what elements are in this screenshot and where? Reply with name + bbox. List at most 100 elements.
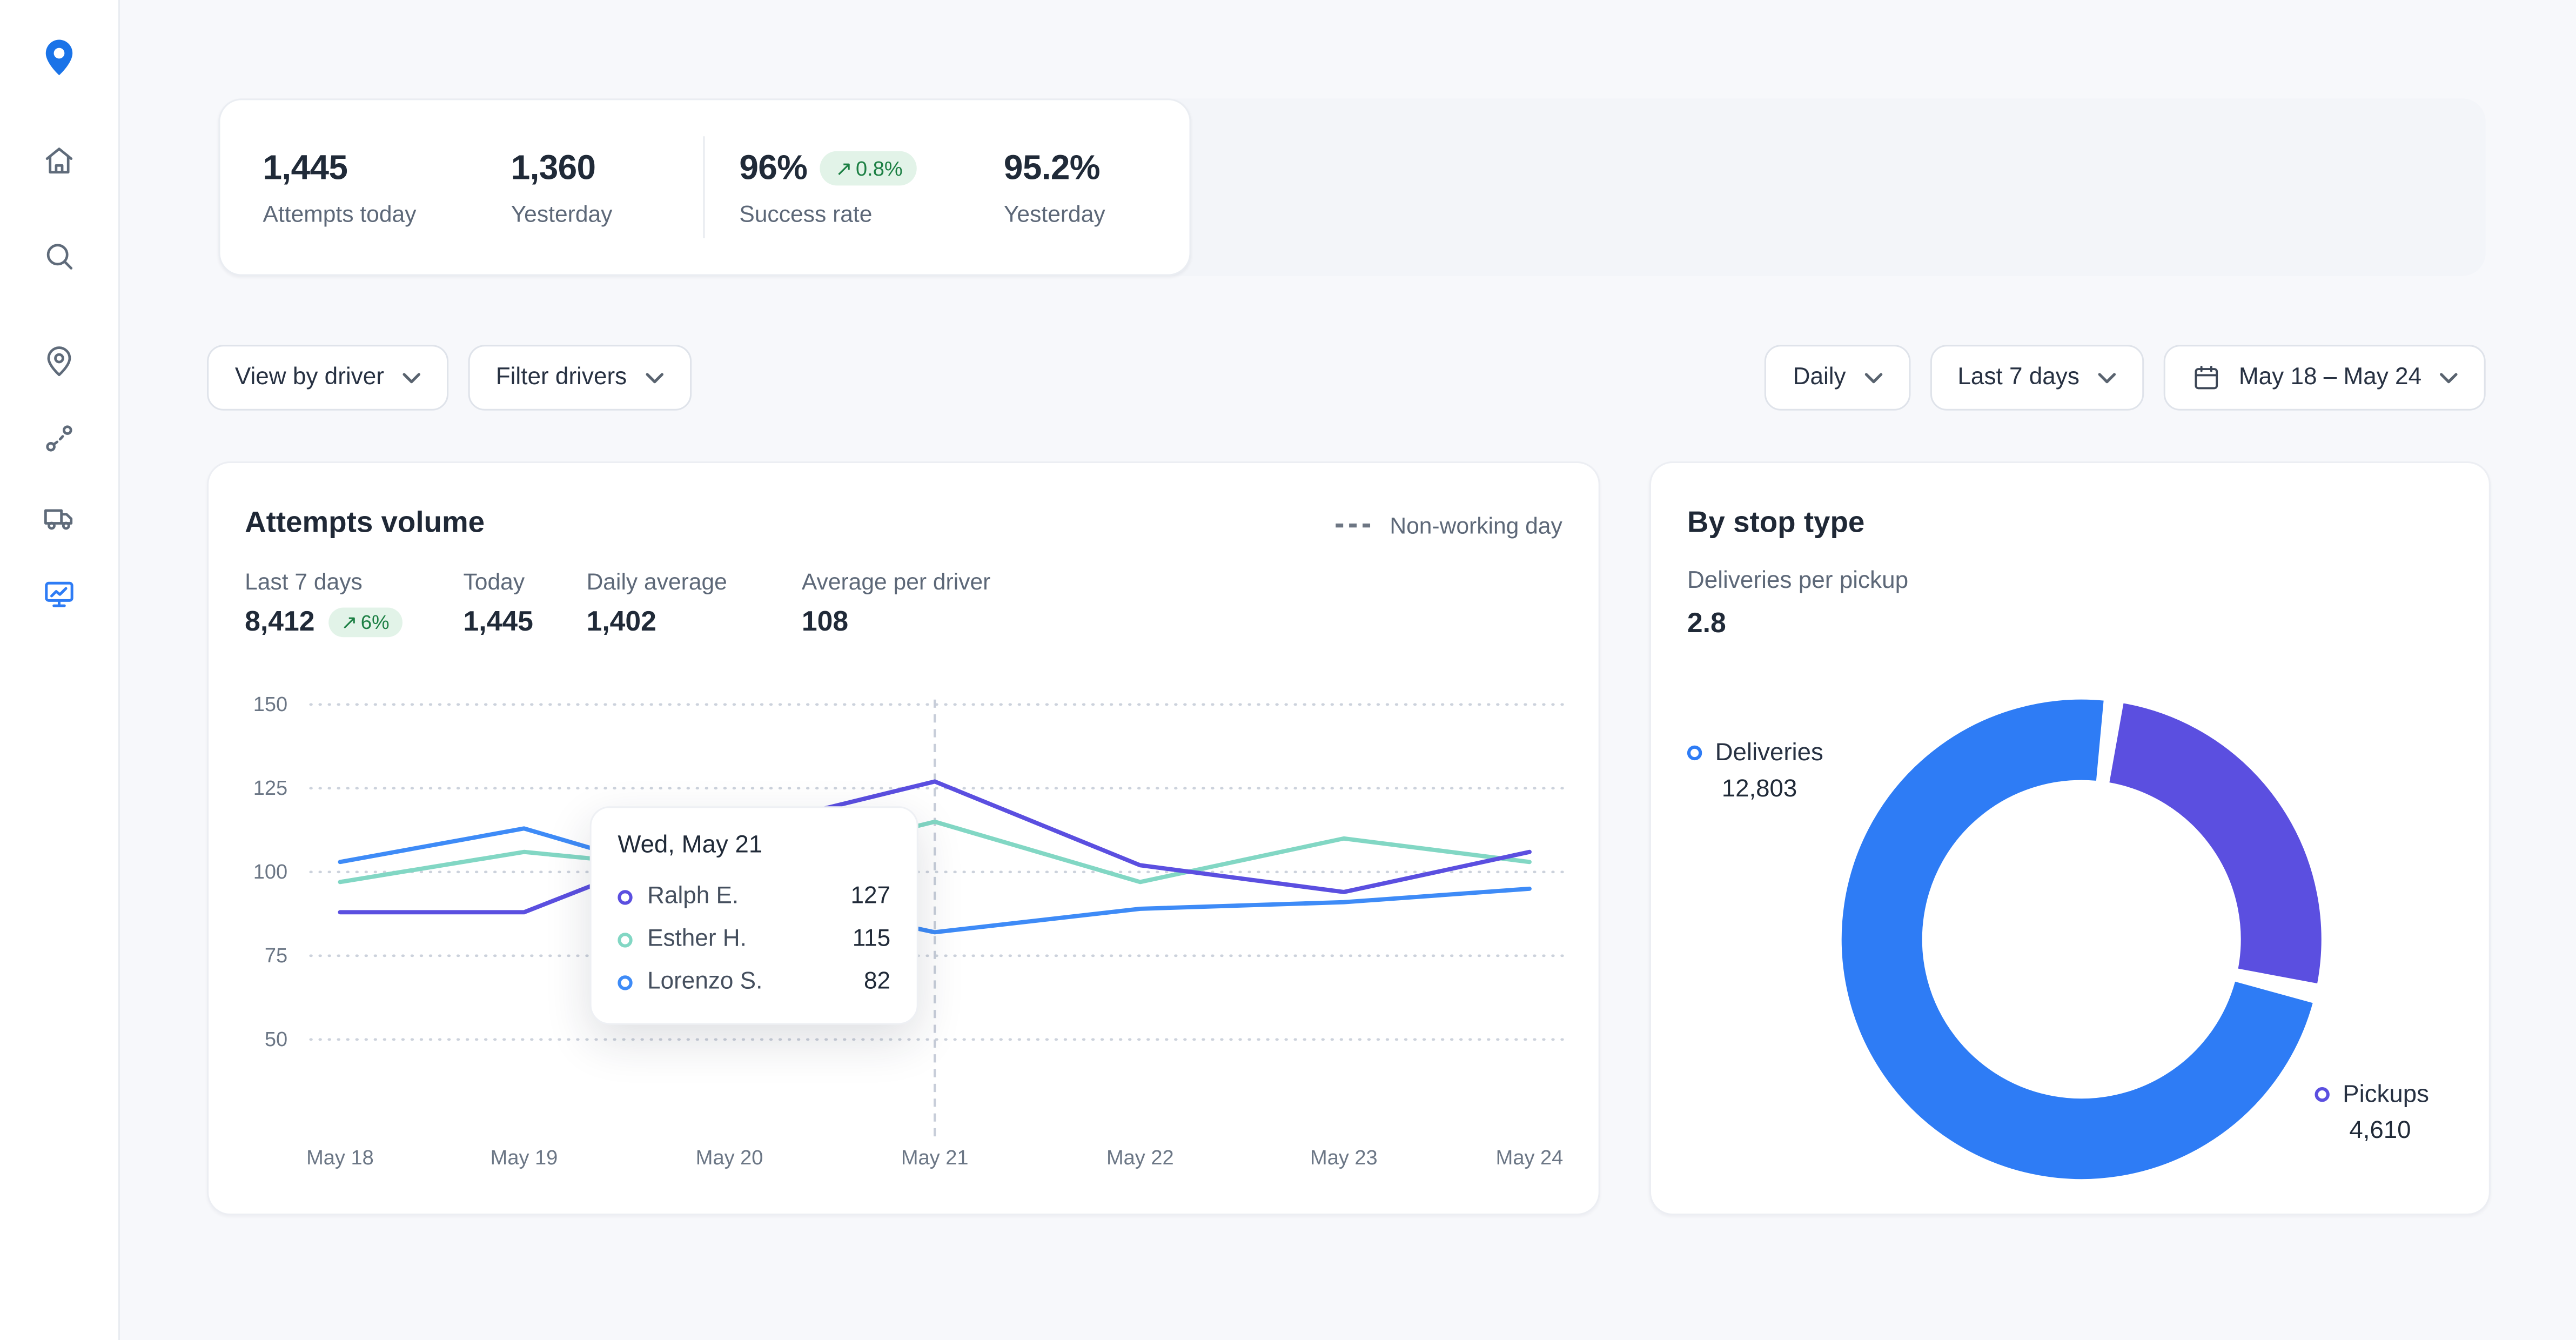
last-7-days-value: 8,412 — [245, 606, 315, 638]
success-rate-label: Success rate — [739, 199, 873, 226]
location-pin-icon — [47, 346, 71, 377]
svg-text:50: 50 — [265, 1028, 287, 1051]
tooltip-row-esther: Esther H. 115 — [618, 918, 890, 961]
dashed-line-icon — [1335, 523, 1375, 528]
deliveries-per-pickup-value: 2.8 — [1687, 607, 1726, 639]
svg-text:May 23: May 23 — [1310, 1147, 1378, 1169]
daily-average-label: Daily average — [586, 568, 727, 595]
by-stop-type-card: By stop type Deliveries per pickup 2.8 D… — [1649, 461, 2491, 1216]
daily-average-value: 1,402 — [586, 606, 656, 638]
date-range-label: May 18 – May 24 — [2238, 364, 2422, 391]
stat-last-7-days: Last 7 days 8,412 ↗ 6% — [245, 568, 463, 639]
success-yesterday-value: 95.2% — [1003, 149, 1101, 186]
non-working-day-label: Non-working day — [1390, 512, 1562, 539]
filter-drivers-dropdown[interactable]: Filter drivers — [468, 345, 691, 411]
tooltip-row-lorenzo: Lorenzo S. 82 — [618, 961, 890, 1003]
sidebar-item-routes[interactable] — [30, 409, 89, 468]
svg-text:May 22: May 22 — [1106, 1147, 1174, 1169]
success-rate-delta: 0.8% — [856, 157, 903, 180]
svg-text:May 18: May 18 — [306, 1147, 374, 1169]
right-filters: Daily Last 7 days May 18 – May 24 — [1765, 345, 2486, 411]
today-value: 1,445 — [463, 606, 533, 638]
average-per-driver-value: 108 — [801, 606, 849, 638]
success-rate-delta-badge: ↗ 0.8% — [820, 151, 918, 186]
deliveries-label: Deliveries — [1715, 739, 1823, 767]
search-icon — [46, 244, 73, 270]
success-rate-value: 96% — [739, 149, 808, 186]
sidebar-item-search[interactable] — [30, 226, 89, 285]
sidebar-item-fleet[interactable] — [30, 488, 89, 547]
pickups-value: 4,610 — [2349, 1116, 2411, 1145]
today-label: Today — [463, 568, 525, 595]
attempts-yesterday-value: 1,360 — [511, 149, 596, 186]
sidebar — [0, 0, 120, 1340]
stat-success-rate: 96% ↗ 0.8% Success rate — [739, 149, 1004, 226]
sidebar-item-analytics-active[interactable] — [30, 565, 89, 624]
deliveries-per-pickup-label: Deliveries per pickup — [1687, 568, 1909, 595]
range-preset-label: Last 7 days — [1957, 364, 2079, 391]
driver-value: 82 — [864, 969, 891, 995]
last-7-days-delta: 6% — [360, 611, 390, 634]
chevron-down-icon — [402, 372, 420, 383]
attempts-today-value: 1,445 — [263, 149, 348, 186]
calendar-icon — [2194, 366, 2218, 390]
series-marker-icon — [618, 932, 633, 947]
stat-success-yesterday: 95.2% Yesterday — [1004, 149, 1105, 226]
sidebar-item-locations[interactable] — [30, 332, 89, 391]
pickups-marker-icon — [2315, 1087, 2330, 1102]
series-marker-icon — [618, 974, 633, 990]
svg-text:75: 75 — [265, 944, 287, 967]
driver-name: Esther H. — [647, 926, 747, 953]
granularity-label: Daily — [1793, 364, 1846, 391]
stat-average-per-driver: Average per driver 108 — [802, 568, 990, 639]
left-filters: View by driver Filter drivers — [207, 345, 691, 411]
date-range-picker[interactable]: May 18 – May 24 — [2163, 345, 2486, 411]
summary-band: 1,445 Attempts today 1,360 Yesterday 96%… — [218, 98, 2486, 276]
home-icon — [45, 148, 73, 174]
last-7-days-delta-badge: ↗ 6% — [327, 607, 403, 638]
filter-toolbar: View by driver Filter drivers Daily Last… — [207, 345, 2486, 411]
stat-today: Today 1,445 — [464, 568, 587, 639]
attempts-stats-row: Last 7 days 8,412 ↗ 6% Today 1,445 Daily … — [245, 568, 990, 639]
driver-value: 115 — [852, 926, 891, 953]
map-pin-logo-icon — [45, 39, 73, 76]
tooltip-row-ralph: Ralph E. 127 — [618, 875, 890, 918]
legend-deliveries: Deliveries 12,803 — [1687, 739, 1823, 803]
driver-name: Lorenzo S. — [647, 969, 763, 995]
driver-name: Ralph E. — [647, 883, 739, 910]
stat-daily-average: Daily average 1,402 — [587, 568, 802, 639]
last-7-days-label: Last 7 days — [245, 568, 363, 595]
divider — [703, 136, 705, 238]
deliveries-value: 12,803 — [1721, 775, 1797, 803]
route-icon — [46, 425, 72, 452]
svg-text:125: 125 — [253, 777, 287, 800]
stat-attempts-yesterday: 1,360 Yesterday — [511, 149, 703, 226]
app-logo[interactable] — [35, 33, 84, 82]
range-preset-dropdown[interactable]: Last 7 days — [1929, 345, 2144, 411]
stop-type-donut-chart[interactable] — [1809, 667, 2354, 1212]
svg-text:150: 150 — [253, 693, 287, 716]
attempts-today-label: Attempts today — [263, 199, 417, 226]
chevron-down-icon — [2097, 372, 2116, 383]
deliveries-marker-icon — [1687, 745, 1702, 761]
attempts-volume-title: Attempts volume — [245, 506, 485, 539]
average-per-driver-label: Average per driver — [801, 568, 991, 595]
series-marker-icon — [618, 889, 633, 904]
svg-text:May 21: May 21 — [901, 1147, 969, 1169]
granularity-dropdown[interactable]: Daily — [1765, 345, 1910, 411]
pickups-label: Pickups — [2343, 1080, 2429, 1109]
chevron-down-icon — [645, 372, 663, 383]
view-by-driver-dropdown[interactable]: View by driver — [207, 345, 448, 411]
sidebar-item-home[interactable] — [30, 131, 89, 190]
attempts-yesterday-label: Yesterday — [511, 199, 613, 226]
success-yesterday-label: Yesterday — [1003, 199, 1105, 226]
svg-text:May 24: May 24 — [1496, 1147, 1564, 1169]
truck-icon — [44, 509, 73, 530]
trend-up-arrow-icon: ↗ — [341, 611, 358, 634]
app-root: 1,445 Attempts today 1,360 Yesterday 96%… — [0, 0, 2576, 1340]
trend-up-arrow-icon: ↗ — [835, 157, 853, 181]
non-working-day-legend: Non-working day — [1335, 512, 1562, 539]
analytics-monitor-icon — [45, 581, 73, 607]
chart-tooltip: Wed, May 21 Ralph E. 127 Esther H. 115 L… — [589, 806, 918, 1025]
svg-text:May 19: May 19 — [491, 1147, 558, 1169]
